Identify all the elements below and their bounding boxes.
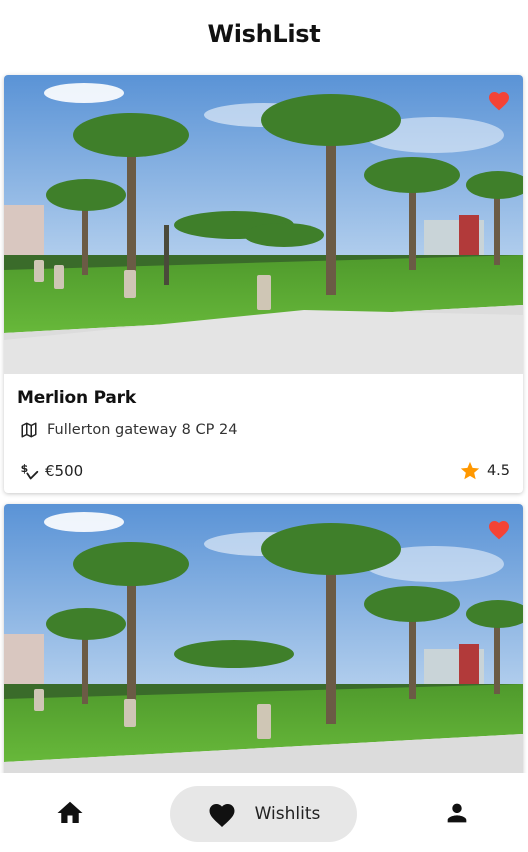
place-image xyxy=(4,504,523,803)
page-title: WishList xyxy=(207,20,321,48)
nav-home-button[interactable] xyxy=(55,798,85,828)
place-name: Merlion Park xyxy=(17,388,136,408)
bottom-navigation: Wishlits xyxy=(0,773,528,852)
price-value: €500 xyxy=(45,462,84,480)
address-row: Fullerton gateway 8 CP 24 xyxy=(17,421,510,439)
place-card[interactable]: Merlion Park Fullerton gateway 8 CP 24 $… xyxy=(4,75,523,493)
nav-wishlist-button[interactable]: Wishlits xyxy=(170,786,357,842)
palm-park-photo xyxy=(4,504,523,803)
place-card[interactable] xyxy=(4,504,523,803)
home-icon xyxy=(57,801,83,823)
rating-value: 4.5 xyxy=(486,463,510,479)
heart-icon[interactable] xyxy=(487,89,511,111)
heart-icon xyxy=(209,804,235,827)
wishlist: Merlion Park Fullerton gateway 8 CP 24 $… xyxy=(4,75,523,814)
heart-icon[interactable] xyxy=(487,518,511,540)
nav-profile-button[interactable] xyxy=(443,799,471,827)
place-image xyxy=(4,75,523,374)
price: $ €500 xyxy=(19,461,84,481)
palm-park-photo xyxy=(4,75,523,374)
star-icon xyxy=(460,461,480,480)
rating: 4.5 xyxy=(459,460,510,482)
person-icon xyxy=(447,803,467,823)
nav-wishlist-label: Wishlits xyxy=(254,804,321,824)
app-header: WishList xyxy=(0,0,528,70)
card-footer: $ €500 4.5 xyxy=(19,460,510,482)
place-address: Fullerton gateway 8 CP 24 xyxy=(47,422,238,438)
card-body: Merlion Park Fullerton gateway 8 CP 24 $… xyxy=(4,374,523,493)
map-icon xyxy=(21,422,37,438)
price-change-icon: $ xyxy=(21,462,39,480)
